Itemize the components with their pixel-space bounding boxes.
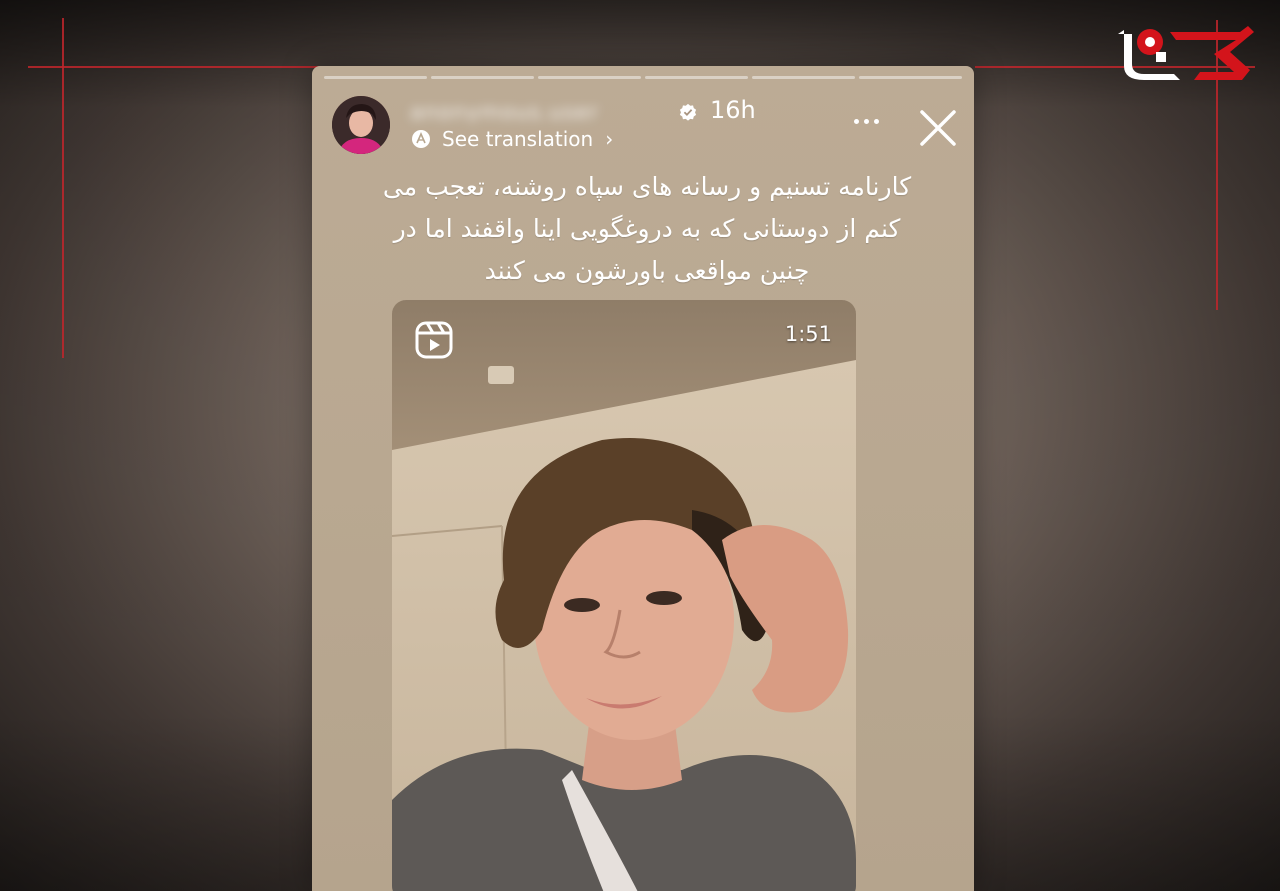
verified-badge-icon <box>679 103 697 121</box>
screenshot-frame: anonymous.user 16h See translation › کار… <box>0 0 1280 891</box>
story-progress-bar <box>324 76 962 79</box>
chevron-right-icon: › <box>605 127 614 151</box>
more-icon <box>863 118 869 124</box>
see-translation-link[interactable]: See translation › <box>410 127 613 151</box>
story-caption: کارنامه تسنیم و رسانه های سپاه روشنه، تع… <box>362 166 932 292</box>
close-icon <box>920 110 956 146</box>
progress-segment <box>538 76 641 79</box>
more-options-button[interactable] <box>846 106 886 136</box>
rokna-logo <box>1118 26 1254 80</box>
caption-line: کارنامه تسنیم و رسانه های سپاه روشنه، تع… <box>382 172 912 201</box>
decorative-red-line <box>62 18 64 358</box>
story-username[interactable]: anonymous.user <box>410 100 672 122</box>
progress-segment <box>752 76 855 79</box>
reel-duration: 1:51 <box>784 322 832 346</box>
progress-segment <box>859 76 962 79</box>
more-icon <box>873 118 879 124</box>
profile-avatar[interactable] <box>332 96 390 154</box>
see-translation-label: See translation <box>442 127 594 151</box>
more-icon <box>853 118 859 124</box>
reel-thumbnail <box>392 300 856 891</box>
progress-segment <box>431 76 534 79</box>
reels-icon <box>415 321 453 359</box>
avatar-image <box>332 96 390 154</box>
instagram-story: anonymous.user 16h See translation › کار… <box>312 66 974 891</box>
shared-reel-card[interactable]: 1:51 <box>392 300 856 891</box>
caption-line: چنین مواقعی باورشون می کنند <box>484 256 810 285</box>
decorative-red-line <box>28 66 328 68</box>
progress-segment <box>645 76 748 79</box>
translate-icon <box>412 130 430 148</box>
progress-segment <box>324 76 427 79</box>
caption-line: کنم از دوستانی که به دروغگویی اینا واقفن… <box>393 214 901 243</box>
story-timestamp: 16h <box>710 96 756 124</box>
close-button[interactable] <box>916 106 960 150</box>
